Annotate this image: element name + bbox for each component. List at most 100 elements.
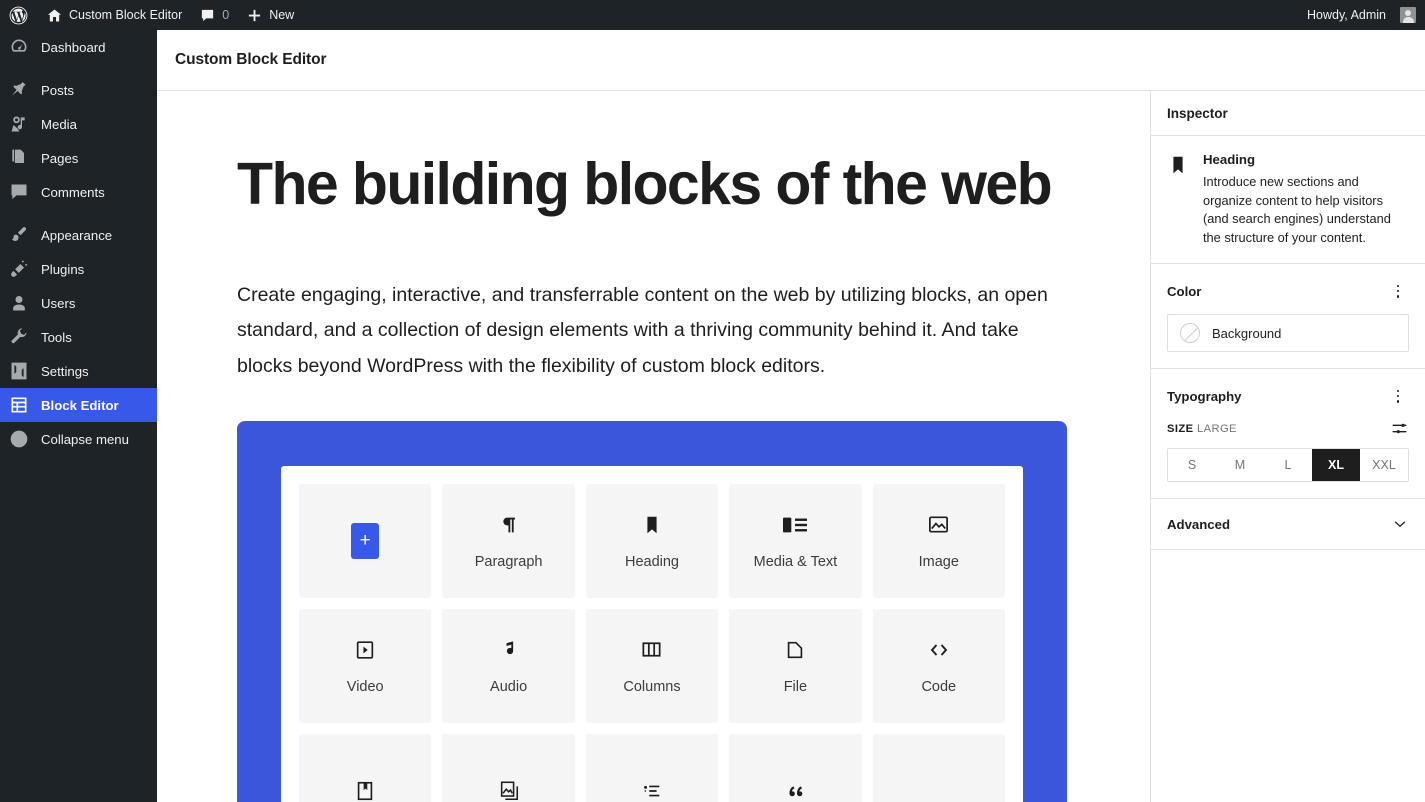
image-block-inner-panel: + Paragraph Heading Media & Text Image Video A… [281,465,1023,802]
paragraph-block[interactable]: Create engaging, interactive, and transf… [237,278,1067,384]
block-tile-label: Media & Text [753,553,838,570]
image-block[interactable]: + Paragraph Heading Media & Text Image Video A… [237,420,1067,802]
sidebar-item-label: Plugins [41,261,85,277]
color-panel-label: Color [1167,283,1202,299]
pin-icon [9,80,29,100]
typography-panel: Typography SIZE LARGE S M L XL XXL [1151,369,1425,500]
sidebar-item-pages[interactable]: Pages [0,141,157,175]
font-size-option-xxl[interactable]: XXL [1360,449,1408,482]
kebab-menu-icon[interactable] [1387,385,1409,407]
heading-bookmark-icon [1167,152,1191,247]
site-name-label: Custom Block Editor [69,8,183,22]
sidebar-item-users[interactable]: Users [0,286,157,320]
page-title: Custom Block Editor [175,51,327,68]
block-editor-grid-icon [9,395,29,415]
columns-icon [640,637,663,663]
block-tile-code[interactable]: Code [872,608,1005,723]
sliders-settings-icon[interactable] [1390,419,1409,438]
sidebar-item-appearance[interactable]: Appearance [0,218,157,252]
block-tile-label: Paragraph [474,553,543,570]
inspector-sidebar: Inspector Heading Introduce new sections… [1150,91,1425,802]
image-icon [927,512,950,538]
font-size-option-xl[interactable]: XL [1312,449,1360,482]
block-tile-paragraph[interactable]: Paragraph [442,483,575,598]
block-tile[interactable] [585,733,719,802]
chevron-down-icon [1391,515,1409,533]
font-size-option-s[interactable]: S [1168,449,1216,482]
new-content-menu[interactable]: New [238,0,303,30]
font-size-toggle-group[interactable]: S M L XL XXL [1167,448,1409,483]
font-size-option-l[interactable]: L [1264,449,1312,482]
block-tile[interactable] [442,733,575,802]
editor-canvas[interactable]: The building blocks of the web Create en… [157,91,1150,802]
media-icon [9,114,29,134]
sidebar-item-media[interactable]: Media [0,107,157,141]
block-inserter-plus-button[interactable]: + [351,522,380,559]
heading-bookmark-icon [641,512,663,538]
advanced-panel-toggle[interactable]: Advanced [1151,499,1425,551]
block-tile-video[interactable]: Video [299,608,432,723]
pages-icon [9,148,29,168]
block-tile-label: Heading [624,553,679,570]
block-tile-file[interactable]: File [729,608,862,723]
user-icon [9,293,29,313]
kebab-menu-icon[interactable] [1387,280,1409,302]
block-tile-audio[interactable]: Audio [442,608,575,723]
wordpress-logo-icon [9,6,28,25]
home-icon [47,8,62,23]
admin-bar: Custom Block Editor 0 New Howdy, Admin [0,0,1425,30]
sidebar-item-comments[interactable]: Comments [0,175,157,209]
comments-count: 0 [222,8,230,22]
sidebar-item-label: Comments [41,184,105,200]
heading-block[interactable]: The building blocks of the web [237,153,1070,216]
block-tile[interactable]: + [299,483,432,598]
wordpress-logo-button[interactable] [0,0,38,30]
block-tile[interactable] [299,733,432,802]
block-tile[interactable] [729,733,862,802]
block-tile-label: Audio [490,678,528,695]
sidebar-item-posts[interactable]: Posts [0,73,157,107]
block-tile-image[interactable]: Image [872,483,1005,598]
block-tile-label: Columns [623,678,681,695]
audio-note-icon [498,637,520,663]
font-size-row: SIZE LARGE [1167,419,1409,438]
sidebar-item-label: Settings [41,363,89,379]
sidebar-item-plugins[interactable]: Plugins [0,252,157,286]
sidebar-item-label: Collapse menu [41,431,129,447]
block-tile-heading[interactable]: Heading [585,483,719,598]
background-color-button[interactable]: Background [1167,314,1409,353]
sidebar-item-block-editor[interactable]: Block Editor [0,388,157,422]
block-tile-label: File [783,678,808,695]
sidebar-item-label: Media [41,116,77,132]
block-card-description: Introduce new sections and organize cont… [1203,174,1391,245]
comment-bubble-icon [200,8,215,23]
plug-icon [9,259,29,279]
code-angle-brackets-icon [927,637,951,663]
sidebar-item-dashboard[interactable]: Dashboard [0,30,157,64]
collapse-arrow-icon [9,429,29,449]
editor-header: Custom Block Editor [157,30,1425,91]
block-type-grid: + Paragraph Heading Media & Text Image Video A… [299,483,1005,802]
sidebar-separator [0,209,157,218]
empty-color-swatch-icon [1180,323,1200,344]
color-panel-header: Color [1167,280,1409,302]
font-size-option-m[interactable]: M [1216,449,1264,482]
sidebar-item-label: Dashboard [41,39,106,55]
block-tile-label: Code [921,678,957,695]
my-account-menu[interactable]: Howdy, Admin [1298,0,1425,30]
sidebar-item-collapse-menu[interactable]: Collapse menu [0,422,157,456]
site-name-menu[interactable]: Custom Block Editor [38,0,191,30]
comments-menu[interactable]: 0 [191,0,238,30]
dashboard-gauge-icon [9,37,29,57]
wrench-icon [9,327,29,347]
block-tile[interactable] [872,733,1005,802]
block-tile-columns[interactable]: Columns [585,608,719,723]
block-card-title: Heading [1203,152,1256,167]
block-tile-media-text[interactable]: Media & Text [729,483,862,598]
block-card-section: Heading Introduce new sections and organ… [1151,136,1425,265]
new-label: New [269,8,295,22]
sidebar-item-tools[interactable]: Tools [0,320,157,354]
block-card: Heading Introduce new sections and organ… [1167,152,1409,247]
cover-page-icon [354,778,376,802]
sidebar-item-settings[interactable]: Settings [0,354,157,388]
